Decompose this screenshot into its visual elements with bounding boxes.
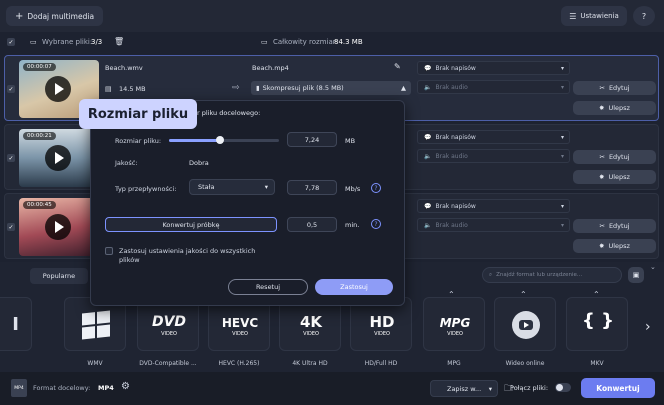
merge-files-toggle[interactable] bbox=[555, 383, 571, 392]
file-checkbox[interactable]: ✓ bbox=[7, 154, 15, 162]
files-icon: ▭ bbox=[30, 38, 37, 46]
windows-logo-icon bbox=[82, 310, 110, 340]
video-thumbnail[interactable]: 00:00:21 bbox=[19, 129, 99, 187]
youtube-icon bbox=[512, 311, 540, 339]
convert-arrow-icon: ⇨ bbox=[232, 83, 240, 93]
scissors-icon: ✂ bbox=[599, 84, 605, 92]
reset-button[interactable]: Resetuj bbox=[228, 279, 308, 295]
audio-dropdown[interactable]: 🔈 Brak audio ▾ bbox=[417, 149, 570, 163]
help-icon[interactable]: ? bbox=[371, 183, 381, 193]
format-tile-online-video[interactable] bbox=[494, 297, 556, 351]
chevron-down-icon: ▾ bbox=[560, 202, 564, 210]
subtitles-dropdown[interactable]: 💬 Brak napisów ▾ bbox=[417, 130, 570, 144]
mpg-logo-icon: MPG bbox=[439, 316, 471, 330]
bitrate-input[interactable]: 7,78 bbox=[287, 180, 337, 195]
chevron-down-icon: ▾ bbox=[560, 133, 564, 141]
enhance-button[interactable]: ✸ Ulepsz bbox=[573, 239, 656, 253]
video-thumbnail[interactable]: 00:00:45 bbox=[19, 198, 99, 256]
selection-bar: ✓ ▭ Wybrane pliki: 3/3 🗑 ▭ Całkowity roz… bbox=[0, 32, 664, 52]
format-tile-mpg[interactable]: MPG VIDEO bbox=[423, 297, 485, 351]
collapse-chevron-icon[interactable]: ⌄ bbox=[650, 263, 656, 271]
format-search-input[interactable]: ⌕ Znajdź format lub urządzenie... bbox=[482, 267, 622, 283]
audio-dropdown[interactable]: 🔈 Brak audio ▾ bbox=[417, 218, 570, 232]
edit-button[interactable]: ✂ Edytuj bbox=[573, 81, 656, 95]
scroll-right-icon[interactable]: › bbox=[645, 319, 651, 335]
add-media-button[interactable]: + Dodaj multimedia bbox=[6, 6, 103, 26]
enhance-icon: ✸ bbox=[599, 173, 605, 181]
file-size-slider[interactable] bbox=[169, 136, 279, 144]
file-size-input[interactable]: 7,24 bbox=[287, 132, 337, 147]
dvd-logo-icon: DVD bbox=[151, 314, 187, 330]
edit-button[interactable]: ✂ Edytuj bbox=[573, 219, 656, 233]
tab-popular[interactable]: Popularne bbox=[30, 268, 88, 284]
enhance-button[interactable]: ✸ Ulepsz bbox=[573, 101, 656, 115]
speech-bubble-icon: 💬 bbox=[424, 64, 432, 72]
enhance-button[interactable]: ✸ Ulepsz bbox=[573, 170, 656, 184]
audio-dropdown[interactable]: 🔈 Brak audio ▾ bbox=[417, 80, 570, 94]
play-icon[interactable] bbox=[45, 76, 71, 102]
4k-logo-icon: 4K bbox=[299, 313, 323, 331]
file-checkbox[interactable]: ✓ bbox=[7, 223, 15, 231]
hd-logo-icon: HD bbox=[369, 313, 395, 331]
help-icon[interactable]: ? bbox=[371, 219, 381, 229]
search-icon: ⌕ bbox=[489, 271, 493, 278]
help-button[interactable]: ? bbox=[633, 6, 655, 26]
top-toolbar: + Dodaj multimedia ☰ Ustawienia ? bbox=[0, 0, 664, 32]
play-icon[interactable] bbox=[45, 145, 71, 171]
speaker-icon: 🔈 bbox=[424, 221, 432, 229]
output-format-icon: MP4 bbox=[11, 379, 27, 397]
file-size-tooltip: Rozmiar pliku bbox=[79, 99, 197, 129]
rename-pencil-icon[interactable]: ✎ bbox=[394, 62, 401, 71]
save-to-dropdown[interactable]: Zapisz w... ▾ bbox=[430, 380, 498, 397]
play-icon[interactable] bbox=[45, 214, 71, 240]
compression-settings-popup: r pliku docelowego: Rozmiar pliku: 7,24 … bbox=[90, 100, 405, 306]
trash-icon[interactable]: 🗑 bbox=[114, 37, 124, 46]
format-tile-partial[interactable]: I bbox=[0, 297, 32, 351]
scissors-icon: ✂ bbox=[599, 153, 605, 161]
format-tile-mkv[interactable]: { } bbox=[566, 297, 628, 351]
apply-button[interactable]: Zastosuj bbox=[315, 279, 393, 295]
file-checkbox[interactable]: ✓ bbox=[7, 85, 15, 93]
chevron-down-icon: ▾ bbox=[264, 183, 268, 191]
chevron-down-icon: ▾ bbox=[560, 83, 564, 91]
device-icon[interactable]: ▣ bbox=[628, 267, 644, 283]
mkv-logo-icon: { } bbox=[582, 310, 614, 331]
convert-sample-button[interactable]: Konwertuj próbkę bbox=[105, 217, 277, 232]
chevron-up-icon: ▲ bbox=[401, 84, 406, 92]
settings-button[interactable]: ☰ Ustawienia bbox=[561, 6, 627, 26]
speech-bubble-icon: 💬 bbox=[424, 202, 432, 210]
speech-bubble-icon: 💬 bbox=[424, 133, 432, 141]
sliders-icon: ☰ bbox=[569, 11, 577, 21]
enhance-icon: ✸ bbox=[599, 242, 605, 250]
compress-dropdown[interactable]: ▮ Skompresuj plik (8.5 MB) ▲ bbox=[251, 81, 411, 95]
bitrate-type-dropdown[interactable]: Stała ▾ bbox=[189, 179, 275, 195]
subtitles-dropdown[interactable]: 💬 Brak napisów ▾ bbox=[417, 61, 570, 75]
hevc-logo-icon: HEVC bbox=[221, 316, 259, 330]
subtitles-dropdown[interactable]: 💬 Brak napisów ▾ bbox=[417, 199, 570, 213]
chevron-down-icon: ▾ bbox=[560, 152, 564, 160]
scissors-icon: ✂ bbox=[599, 222, 605, 230]
chevron-down-icon: ▾ bbox=[560, 221, 564, 229]
film-icon: ▤ bbox=[105, 85, 112, 93]
enhance-icon: ✸ bbox=[599, 104, 605, 112]
disk-icon: ▭ bbox=[261, 38, 268, 46]
chevron-down-icon: ▾ bbox=[488, 384, 492, 393]
select-all-checkbox[interactable]: ✓ bbox=[7, 38, 15, 46]
plus-icon: + bbox=[14, 10, 24, 22]
chevron-down-icon: ▾ bbox=[560, 64, 564, 72]
footer-bar: MP4 Format docelowy: MP4 ⚙ Zapisz w... ▾… bbox=[0, 372, 664, 405]
convert-button[interactable]: Konwertuj bbox=[581, 378, 655, 398]
sample-length-input[interactable]: 0,5 bbox=[287, 217, 337, 232]
edit-button[interactable]: ✂ Edytuj bbox=[573, 150, 656, 164]
apply-all-checkbox[interactable] bbox=[105, 247, 113, 255]
speaker-icon: 🔈 bbox=[424, 83, 432, 91]
gear-icon[interactable]: ⚙ bbox=[121, 381, 130, 392]
file-icon: ▮ bbox=[256, 84, 260, 92]
speaker-icon: 🔈 bbox=[424, 152, 432, 160]
